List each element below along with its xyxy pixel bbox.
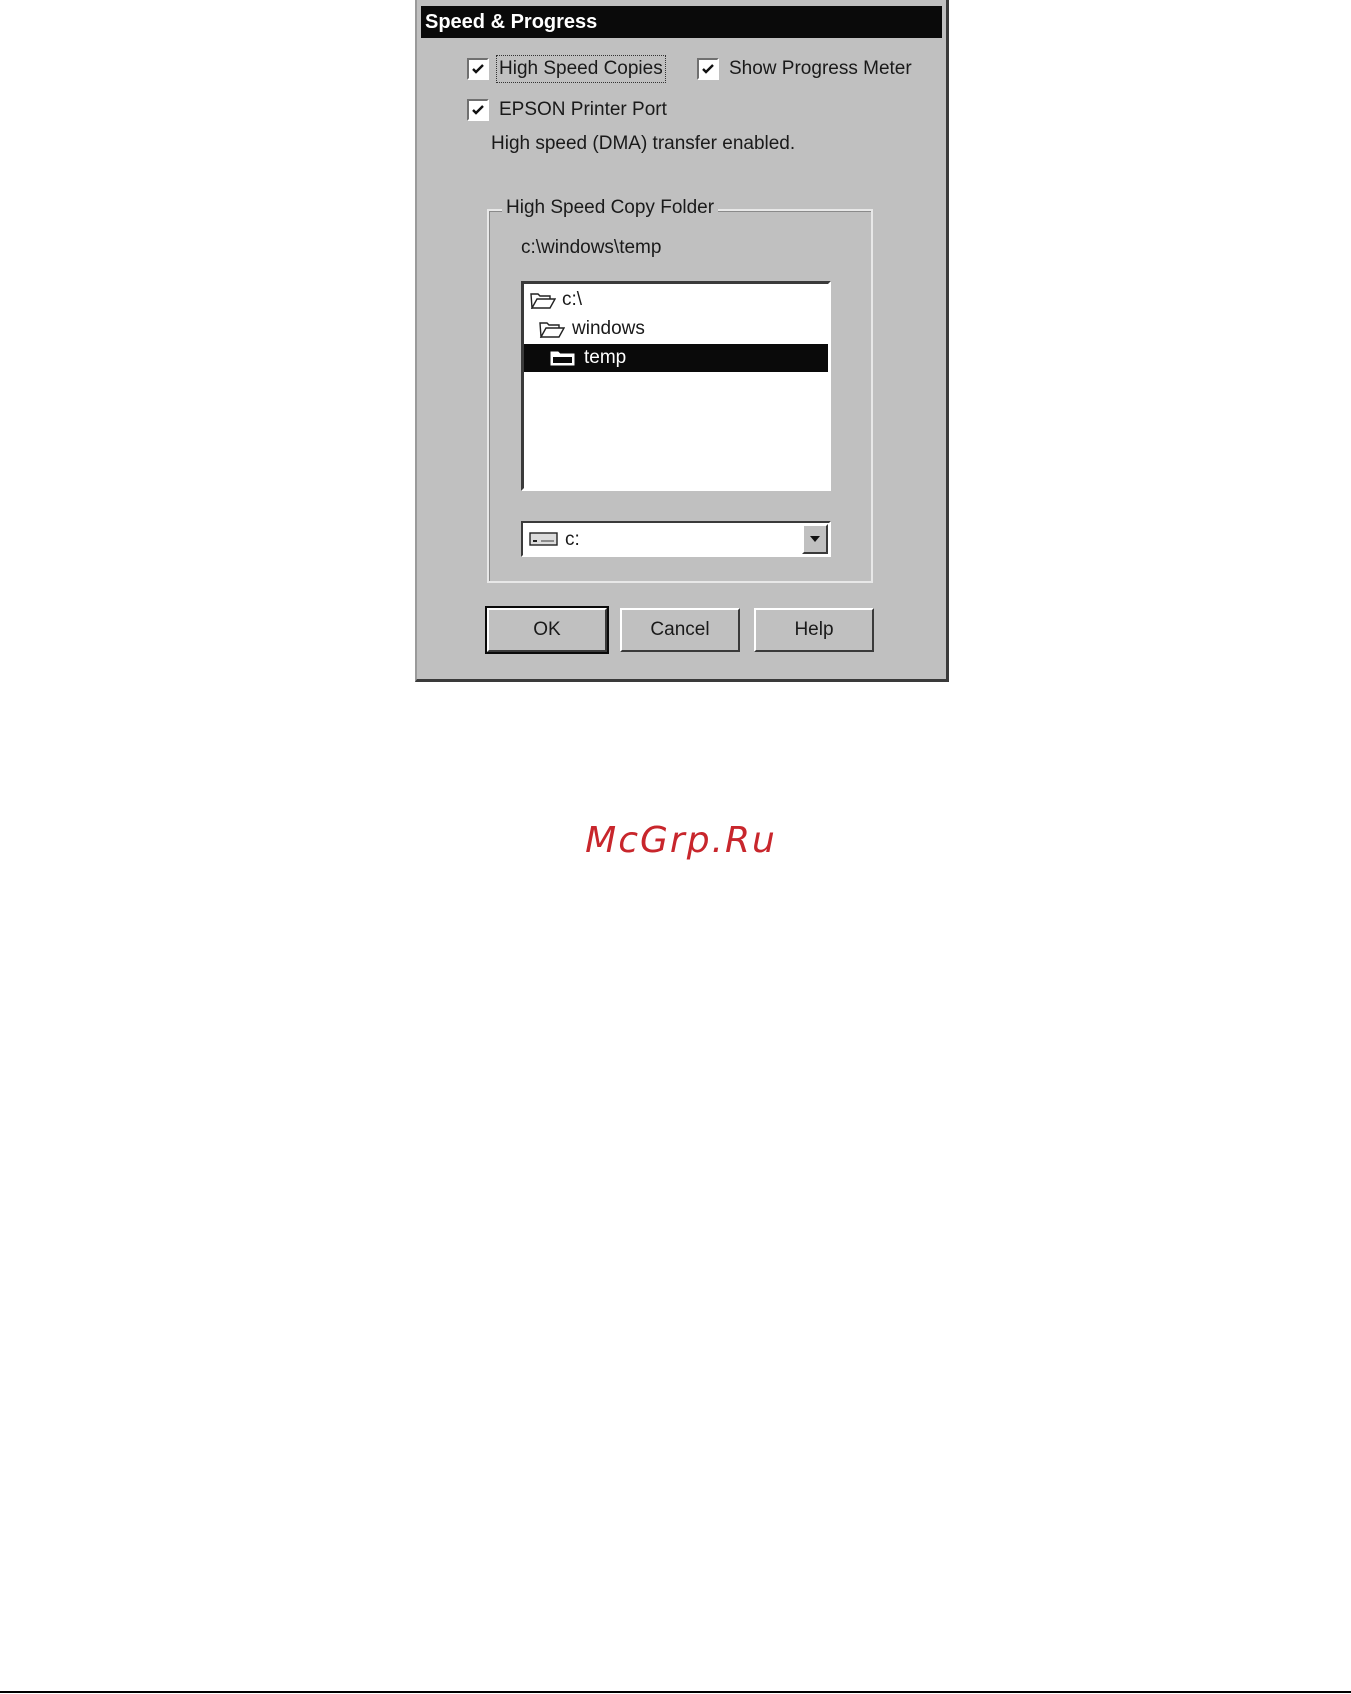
folder-item[interactable]: windows bbox=[526, 315, 826, 343]
checkmark-icon bbox=[472, 105, 484, 115]
epson-printer-port-label[interactable]: EPSON Printer Port bbox=[499, 99, 667, 121]
checkmark-icon bbox=[472, 64, 484, 74]
dialog-title: Speed & Progress bbox=[421, 6, 942, 38]
show-progress-meter-checkbox[interactable] bbox=[697, 58, 719, 80]
speed-progress-dialog: Speed & Progress High Speed Copies Show … bbox=[415, 0, 949, 682]
current-folder-path: c:\windows\temp bbox=[521, 237, 662, 258]
cancel-button[interactable]: Cancel bbox=[620, 608, 740, 652]
help-button[interactable]: Help bbox=[754, 608, 874, 652]
folder-listbox[interactable]: c:\ windows temp bbox=[521, 281, 831, 491]
open-folder-icon bbox=[530, 293, 556, 309]
folder-icon bbox=[550, 351, 575, 366]
high-speed-copies-label[interactable]: High Speed Copies bbox=[496, 55, 666, 83]
bottom-rule bbox=[0, 1691, 1351, 1693]
watermark: McGrp.Ru bbox=[585, 820, 777, 861]
drive-select-value: c: bbox=[565, 529, 580, 550]
group-title: High Speed Copy Folder bbox=[502, 197, 719, 219]
high-speed-copies-checkbox[interactable] bbox=[467, 58, 489, 80]
dropdown-button[interactable] bbox=[802, 524, 828, 554]
epson-printer-port-checkbox[interactable] bbox=[467, 99, 489, 121]
show-progress-meter-label[interactable]: Show Progress Meter bbox=[729, 58, 912, 80]
chevron-down-icon bbox=[810, 536, 820, 542]
open-folder-icon bbox=[539, 322, 565, 338]
checkmark-icon bbox=[702, 64, 714, 74]
drive-icon bbox=[529, 532, 558, 546]
dma-status-text: High speed (DMA) transfer enabled. bbox=[491, 133, 796, 154]
folder-item[interactable]: c:\ bbox=[526, 286, 826, 314]
ok-button[interactable]: OK bbox=[485, 606, 609, 654]
folder-item-selected[interactable]: temp bbox=[524, 344, 828, 372]
drive-select[interactable]: c: bbox=[521, 521, 831, 557]
